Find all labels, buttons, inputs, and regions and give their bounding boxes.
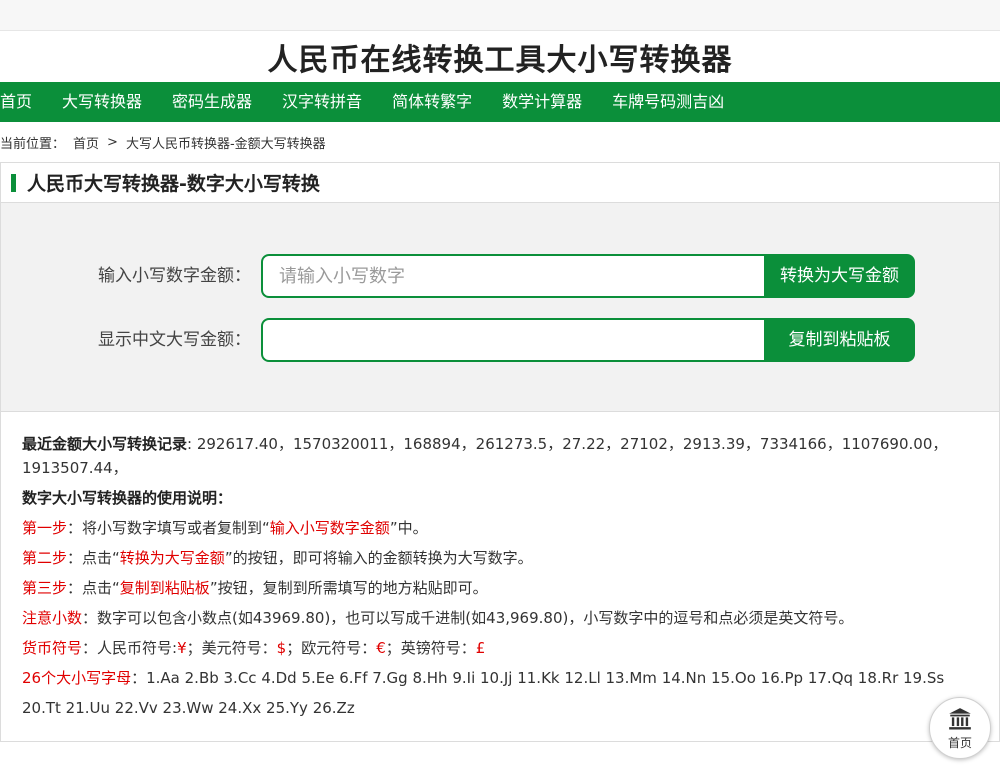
floating-home-label: 首页 <box>947 735 972 750</box>
breadcrumb-current: 大写人民币转换器-金额大写转换器 <box>125 136 326 152</box>
usage-title: 数字大小写转换器的使用说明： <box>22 489 233 507</box>
conversion-records: 最近金额大小写转换记录: 292617.40，1570320011，168894… <box>22 432 979 480</box>
card-header: 人民币大写转换器-数字大小写转换 <box>1 163 999 203</box>
usd-symbol: $ <box>276 639 287 657</box>
lower-amount-input[interactable] <box>261 254 766 298</box>
upper-amount-label: 显示中文大写金额： <box>98 330 251 350</box>
step-one: 第一步：将小写数字填写或者复制到“输入小写数字金额”中。 <box>22 519 428 537</box>
nav-item-plate-fortune[interactable]: 车牌号码测吉凶 <box>597 82 739 122</box>
breadcrumb-prefix: 当前位置： <box>0 136 66 152</box>
site-title: 人民币在线转换工具大小写转换器 <box>267 42 733 78</box>
card-title: 人民币大写转换器-数字大小写转换 <box>27 173 320 195</box>
copy-button[interactable]: 复制到粘贴板 <box>764 318 915 362</box>
records-label: 最近金额大小写转换记录 <box>22 435 188 453</box>
title-accent-bar <box>11 173 16 192</box>
upper-amount-output[interactable] <box>261 318 766 362</box>
nav-item-calculator[interactable]: 数学计算器 <box>487 82 597 122</box>
upper-amount-row: 显示中文大写金额： 复制到粘贴板 <box>1 318 1000 362</box>
breadcrumb-separator: > <box>107 134 118 150</box>
info-section: 最近金额大小写转换记录: 292617.40，1570320011，168894… <box>1 412 999 723</box>
breadcrumb: 当前位置： 首页 > 大写人民币转换器-金额大写转换器 <box>0 122 1000 162</box>
decimal-note: 注意小数：数字可以包含小数点(如43969.80)，也可以写成千进制(如43,9… <box>22 609 854 627</box>
nav-item-password-generator[interactable]: 密码生成器 <box>157 82 267 122</box>
step-two-label: 第二步 <box>22 549 68 567</box>
step-two: 第二步：点击“转换为大写金额”的按钮，即可将输入的金额转换为大写数字。 <box>22 549 533 567</box>
step-three-label: 第三步 <box>22 579 68 597</box>
lower-amount-label: 输入小写数字金额： <box>98 266 251 286</box>
alphabet-label: 26个大小写字母 <box>22 669 132 687</box>
step-three-highlight: 复制到粘贴板 <box>119 579 210 597</box>
nav-item-home[interactable]: 首页 <box>0 82 47 122</box>
step-one-label: 第一步 <box>22 519 68 537</box>
top-strip <box>0 0 1000 31</box>
main-nav: 首页 大写转换器 密码生成器 汉字转拼音 简体转繁字 数学计算器 车牌号码测吉凶 <box>0 82 1000 122</box>
gbp-symbol: £ <box>475 639 486 657</box>
decimal-note-label: 注意小数 <box>22 609 83 627</box>
convert-button[interactable]: 转换为大写金额 <box>764 254 915 298</box>
lower-amount-row: 输入小写数字金额： 转换为大写金额 <box>1 254 1000 298</box>
eur-symbol: € <box>376 639 386 657</box>
floating-home-button[interactable]: 首页 <box>929 697 991 759</box>
converter-form: 输入小写数字金额： 转换为大写金额 显示中文大写金额： 复制到粘贴板 <box>1 203 999 412</box>
currency-symbols: 货币符号：人民币符号:¥；美元符号：$；欧元符号：€；英镑符号：£ <box>22 639 486 657</box>
alphabet-list: 26个大小写字母：1.Aa 2.Bb 3.Cc 4.Dd 5.Ee 6.Ff 7… <box>22 669 945 717</box>
step-one-highlight: 输入小写数字金额 <box>269 519 390 537</box>
breadcrumb-home-link[interactable]: 首页 <box>73 133 99 152</box>
step-two-highlight: 转换为大写金额 <box>119 549 225 567</box>
step-three: 第三步：点击“复制到粘贴板”按钮，复制到所需填写的地方粘贴即可。 <box>22 579 488 597</box>
currency-label: 货币符号 <box>22 639 83 657</box>
rmb-symbol: ¥ <box>177 639 187 657</box>
bank-building-icon <box>949 707 971 730</box>
nav-item-pinyin[interactable]: 汉字转拼音 <box>267 82 377 122</box>
converter-card: 人民币大写转换器-数字大小写转换 输入小写数字金额： 转换为大写金额 显示中文大… <box>0 162 1000 742</box>
nav-item-traditional[interactable]: 简体转繁字 <box>377 82 487 122</box>
nav-item-uppercase-converter[interactable]: 大写转换器 <box>47 82 157 122</box>
